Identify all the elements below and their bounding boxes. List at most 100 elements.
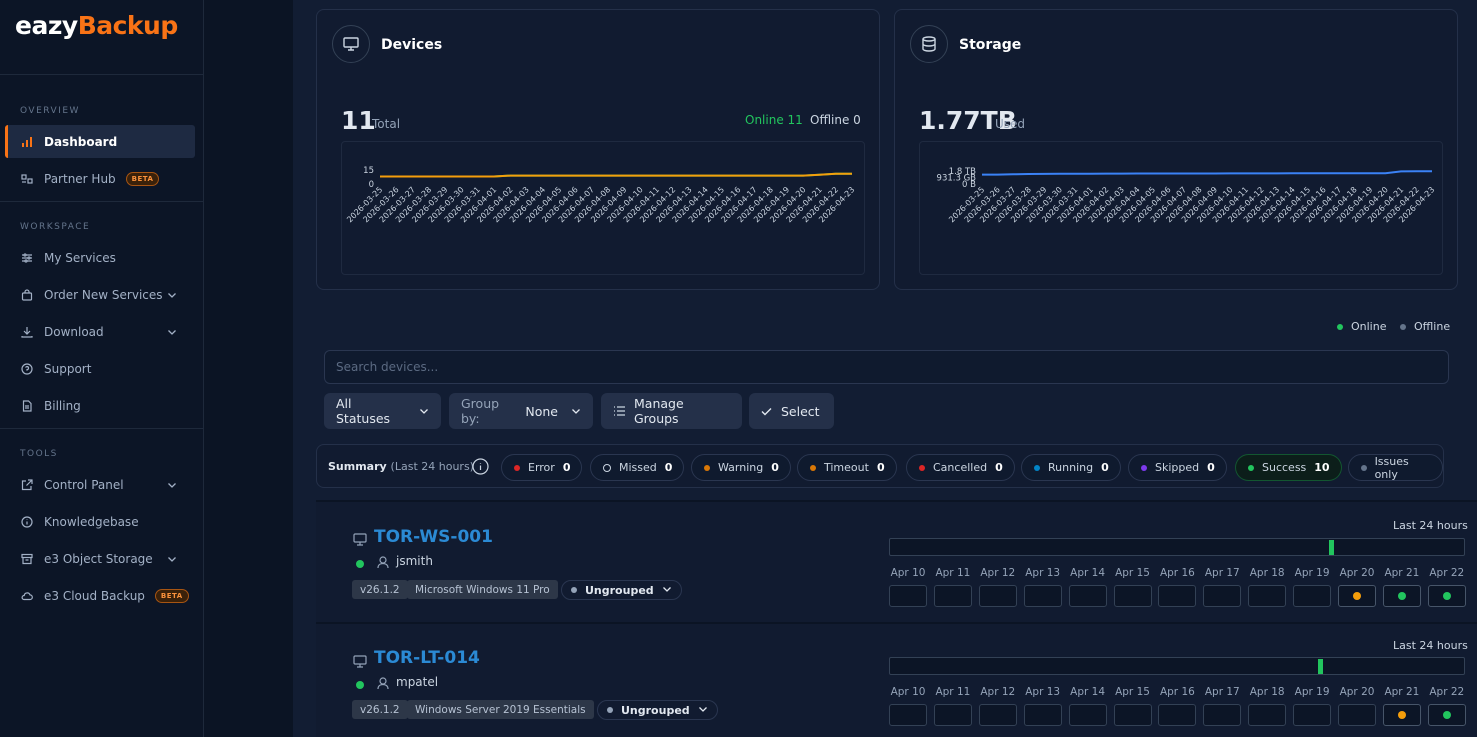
day-status-box[interactable] <box>1293 585 1332 607</box>
sidebar-item-e3-cloud-backup[interactable]: e3 Cloud Backup BETA <box>5 579 195 612</box>
day-status-box[interactable] <box>1158 585 1197 607</box>
legend-online-label: Online <box>1351 320 1387 333</box>
sidebar: eazyBackup OVERVIEW Dashboard Partner Hu… <box>0 0 204 737</box>
day-status-box[interactable] <box>1338 704 1376 726</box>
sidebar-item-partner-hub[interactable]: Partner Hub BETA <box>5 162 195 195</box>
brand-logo[interactable]: eazyBackup <box>15 11 178 40</box>
info-icon <box>21 515 33 528</box>
day-label: Apr 21 <box>1384 686 1420 698</box>
filter-cancelled[interactable]: Cancelled 0 <box>906 454 1015 481</box>
search-input[interactable] <box>324 350 1449 384</box>
filter-count: 0 <box>1207 461 1215 474</box>
day-status-box[interactable] <box>1382 585 1421 607</box>
device-row[interactable]: TOR-LT-014 mpatel v26.1.2 Windows Server… <box>316 624 1477 737</box>
day-status-box[interactable] <box>1068 585 1107 607</box>
device-name-link[interactable]: TOR-WS-001 <box>374 527 493 547</box>
timeline-marker[interactable] <box>1328 540 1334 555</box>
sidebar-item-support[interactable]: Support <box>5 352 195 385</box>
day-status-box[interactable] <box>1248 704 1287 726</box>
day-status-box[interactable] <box>1382 704 1421 726</box>
timeout-dot <box>810 464 816 471</box>
online-status-dot <box>356 681 364 689</box>
day-status-box[interactable] <box>889 704 927 726</box>
file-icon <box>21 399 33 412</box>
filter-missed[interactable]: Missed 0 <box>590 454 685 481</box>
day-status-box[interactable] <box>889 585 927 607</box>
list-icon <box>613 404 625 419</box>
day-label: Apr 13 <box>1025 567 1061 579</box>
device-row[interactable]: TOR-WS-001 jsmith v26.1.2 Microsoft Wind… <box>316 502 1477 622</box>
summary-label: Summary (Last 24 hours) <box>328 460 474 473</box>
sidebar-item-knowledgebase[interactable]: Knowledgebase <box>5 505 195 538</box>
manage-groups-label: Manage Groups <box>634 396 684 426</box>
summary-period: (Last 24 hours) <box>390 460 474 473</box>
day-status-box[interactable] <box>1113 704 1152 726</box>
filter-issues-only[interactable]: Issues only <box>1348 454 1443 481</box>
sidebar-item-label: My Services <box>44 250 116 265</box>
chevron-down-icon <box>571 404 581 419</box>
day-status-box[interactable] <box>1113 585 1152 607</box>
group-select[interactable]: Ungrouped <box>561 580 682 600</box>
monitor-icon <box>353 653 367 672</box>
chevron-down-icon <box>167 289 177 303</box>
group-label: Ungrouped <box>585 583 654 597</box>
day-label: Apr 14 <box>1070 567 1106 579</box>
summary-title: Summary <box>328 460 387 473</box>
sidebar-item-my-services[interactable]: My Services <box>5 241 195 274</box>
filter-success[interactable]: Success 10 <box>1235 454 1342 481</box>
filter-timeout[interactable]: Timeout 0 <box>797 454 897 481</box>
main-content: Devices 11 Total Online 11 Offline 0 15 0… <box>293 0 1477 737</box>
sidebar-item-e3-object-storage[interactable]: e3 Object Storage <box>5 542 195 575</box>
day-status-box[interactable] <box>1203 704 1242 726</box>
filter-count: 10 <box>1314 461 1330 474</box>
group-by-value: None <box>525 403 558 419</box>
day-status-box[interactable] <box>1203 585 1242 607</box>
filter-label: Running <box>1048 461 1094 474</box>
online-count: Online 11 <box>745 113 803 127</box>
day-status-box[interactable] <box>1068 704 1107 726</box>
day-status-box[interactable] <box>1427 704 1466 726</box>
day-label: Apr 10 <box>890 686 926 698</box>
timeline-24h[interactable] <box>889 657 1465 675</box>
day-status-box[interactable] <box>1338 585 1376 607</box>
sliders-icon <box>21 252 33 264</box>
day-status-box[interactable] <box>933 704 972 726</box>
summary-bar: Summary (Last 24 hours) Error 0 Missed 0 W… <box>316 444 1444 488</box>
day-status-box[interactable] <box>1023 704 1062 726</box>
filter-running[interactable]: Running 0 <box>1021 454 1121 481</box>
beta-badge: BETA <box>125 171 160 186</box>
filter-skipped[interactable]: Skipped 0 <box>1128 454 1227 481</box>
manage-groups-button[interactable]: Manage Groups <box>601 393 742 429</box>
sidebar-item-order-new-services[interactable]: Order New Services <box>5 278 195 311</box>
day-label: Apr 15 <box>1115 686 1150 698</box>
status-filter-button[interactable]: All Statuses <box>324 393 441 429</box>
day-status-box[interactable] <box>1248 585 1287 607</box>
group-by-button[interactable]: Group by: None <box>449 393 593 429</box>
day-status-box[interactable] <box>1427 585 1466 607</box>
select-button[interactable]: Select <box>749 393 834 429</box>
device-name-link[interactable]: TOR-LT-014 <box>374 648 480 668</box>
sidebar-item-billing[interactable]: Billing <box>5 389 195 422</box>
sidebar-item-control-panel[interactable]: Control Panel <box>5 468 195 501</box>
legend-online: Online <box>1337 320 1386 333</box>
filter-warning[interactable]: Warning 0 <box>691 454 791 481</box>
last-24-label: Last 24 hours <box>1393 519 1468 532</box>
status-dot <box>1397 592 1406 600</box>
day-status-box[interactable] <box>1293 704 1332 726</box>
partner-icon <box>21 173 33 185</box>
day-status-box[interactable] <box>978 704 1017 726</box>
timeline-marker[interactable] <box>1317 659 1323 674</box>
info-icon[interactable] <box>472 458 489 479</box>
offline-dot <box>1400 323 1406 330</box>
timeline-24h[interactable] <box>889 538 1465 556</box>
day-status-box[interactable] <box>1023 585 1062 607</box>
filter-error[interactable]: Error 0 <box>501 454 583 481</box>
sidebar-item-label: Billing <box>44 398 81 413</box>
sidebar-item-dashboard[interactable]: Dashboard <box>5 125 195 158</box>
day-status-box[interactable] <box>933 585 972 607</box>
day-status-box[interactable] <box>978 585 1017 607</box>
cloud-icon <box>21 590 33 602</box>
sidebar-item-download[interactable]: Download <box>5 315 195 348</box>
group-select[interactable]: Ungrouped <box>597 700 718 720</box>
day-status-box[interactable] <box>1158 704 1197 726</box>
